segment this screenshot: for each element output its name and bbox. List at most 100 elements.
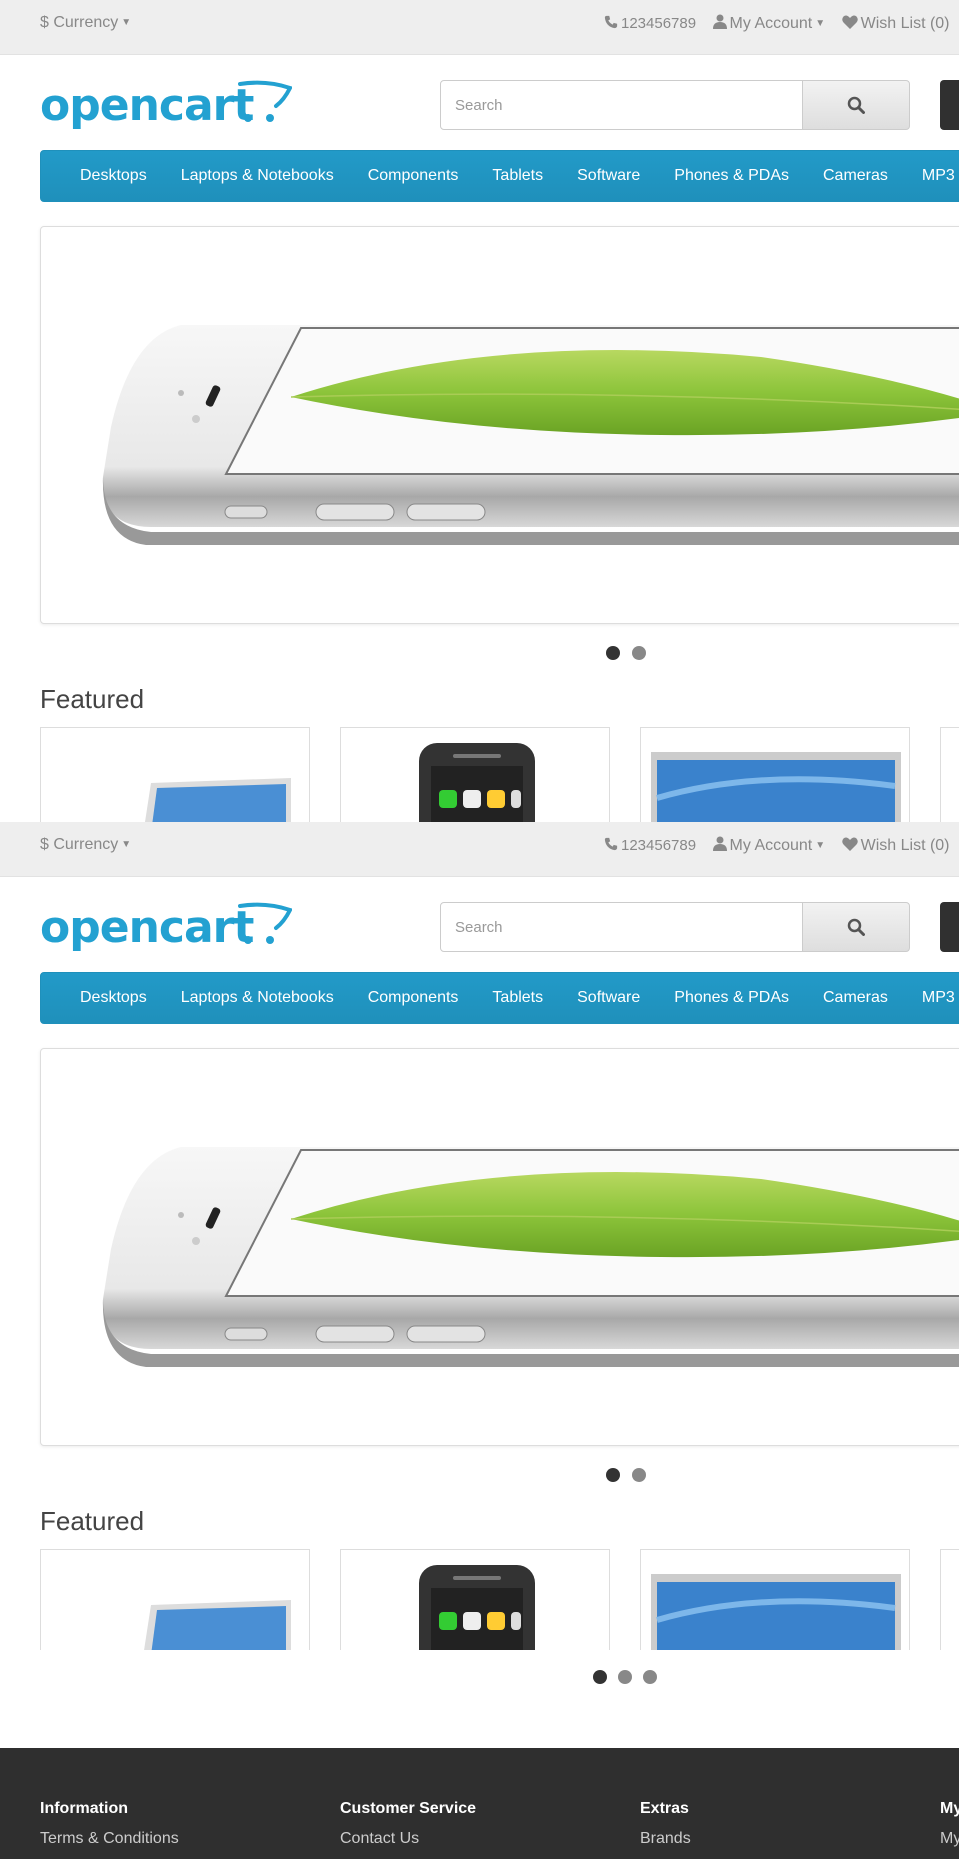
footer-col-customer-service: Customer Service Contact Us: [340, 1800, 476, 1848]
menu-item-laptops[interactable]: Laptops & Notebooks: [164, 973, 351, 1023]
footer-col-my-account: My Account My Account: [940, 1800, 959, 1848]
menu-item-laptops[interactable]: Laptops & Notebooks: [164, 151, 351, 201]
footer-link[interactable]: Terms & Conditions: [40, 1830, 179, 1848]
carousel-dot-1[interactable]: [593, 1670, 607, 1684]
product-card-canon[interactable]: [940, 727, 959, 822]
slide-dot-2[interactable]: [632, 1468, 646, 1482]
footer-heading: Information: [40, 1800, 128, 1817]
menu-item-software[interactable]: Software: [560, 973, 657, 1023]
menu-item-software[interactable]: Software: [560, 151, 657, 201]
menu-item-phones[interactable]: Phones & PDAs: [657, 973, 806, 1023]
menu-item-phones[interactable]: Phones & PDAs: [657, 151, 806, 201]
heart-icon: [841, 837, 858, 851]
product-card-apple-cinema[interactable]: [640, 1549, 910, 1650]
opencart-logo[interactable]: opencart: [40, 900, 292, 953]
product-card-apple-cinema[interactable]: [640, 727, 910, 822]
opencart-logo[interactable]: opencart: [40, 78, 292, 131]
wish-list-label: Wish List (0): [860, 837, 950, 854]
phone-icon: [604, 837, 618, 851]
wish-list-link[interactable]: Wish List (0): [841, 15, 950, 33]
footer-col-extras: Extras Brands: [640, 1800, 691, 1848]
search-input[interactable]: [440, 80, 803, 130]
currency-label: $ Currency: [40, 836, 119, 853]
cart-swoosh-icon: [238, 902, 292, 944]
search-icon: [847, 918, 865, 936]
top-bar: $ Currency ▼ 123456789 My Account ▼ Wish L…: [0, 0, 959, 55]
menu-item-cameras[interactable]: Cameras: [806, 973, 905, 1023]
my-account-dropdown[interactable]: My Account ▼: [712, 836, 826, 855]
my-account-label: My Account: [729, 15, 813, 32]
top-links: 123456789 My Account ▼ Wish List (0): [604, 14, 959, 33]
search-button[interactable]: [802, 902, 910, 952]
page-capture-1: $ Currency ▼ 123456789 My Account ▼ Wish L…: [0, 0, 959, 822]
menu-item-components[interactable]: Components: [351, 973, 476, 1023]
product-card-canon[interactable]: [940, 1549, 959, 1650]
phone-number: 123456789: [621, 15, 697, 32]
macbook-image: [144, 1600, 291, 1650]
footer-link[interactable]: My Account: [940, 1830, 959, 1848]
footer-heading: Customer Service: [340, 1800, 477, 1817]
footer-heading: My Account: [940, 1800, 959, 1817]
phone-link[interactable]: 123456789: [604, 15, 696, 33]
phone-icon: [604, 15, 618, 29]
iphone-image: [419, 743, 535, 822]
wish-list-label: Wish List (0): [860, 15, 950, 32]
slide-dot-1[interactable]: [606, 1468, 620, 1482]
user-icon: [712, 14, 727, 29]
page-capture-2: $ Currency ▼ 123456789 My Account ▼ Wish L…: [0, 822, 959, 1650]
footer-link[interactable]: Brands: [640, 1830, 691, 1848]
logo-text: opencart: [40, 80, 254, 131]
my-account-label: My Account: [729, 837, 813, 854]
search-button[interactable]: [802, 80, 910, 130]
menu-item-desktops[interactable]: Desktops: [41, 151, 164, 201]
wish-list-link[interactable]: Wish List (0): [841, 837, 950, 855]
cart-button[interactable]: [940, 80, 959, 130]
cart-swoosh-icon: [238, 80, 292, 122]
phone-number: 123456789: [621, 837, 697, 854]
main-menu: Desktops Laptops & Notebooks Components Tab…: [40, 150, 959, 202]
product-card-iphone[interactable]: [340, 727, 610, 822]
footer-col-information: Information Terms & Conditions: [40, 1800, 179, 1848]
cinema-display-image: [651, 752, 901, 822]
iphone-image: [419, 1565, 535, 1650]
product-card-iphone[interactable]: [340, 1549, 610, 1650]
menu-item-mp3-players[interactable]: MP3 Players: [905, 973, 959, 1023]
slideshow-banner[interactable]: [40, 1048, 959, 1446]
logo-text: opencart: [40, 902, 254, 953]
my-account-dropdown[interactable]: My Account ▼: [712, 14, 826, 33]
top-bar: $ Currency ▼ 123456789 My Account ▼ Wish L…: [0, 822, 959, 877]
carousel-dot-2[interactable]: [618, 1670, 632, 1684]
currency-dropdown[interactable]: $ Currency ▼: [40, 836, 131, 854]
user-icon: [712, 836, 727, 851]
product-card-macbook[interactable]: [40, 727, 310, 822]
main-menu: Desktops Laptops & Notebooks Components Tab…: [40, 972, 959, 1024]
menu-item-tablets[interactable]: Tablets: [475, 973, 560, 1023]
menu-item-components[interactable]: Components: [351, 151, 476, 201]
slide-dot-2[interactable]: [632, 646, 646, 660]
currency-label: $ Currency: [40, 14, 119, 31]
menu-item-cameras[interactable]: Cameras: [806, 151, 905, 201]
cinema-display-image: [651, 1574, 901, 1650]
search-icon: [847, 96, 865, 114]
heart-icon: [841, 15, 858, 29]
search-input[interactable]: [440, 902, 803, 952]
menu-item-tablets[interactable]: Tablets: [475, 151, 560, 201]
cart-button[interactable]: [940, 902, 959, 952]
slide-dot-1[interactable]: [606, 646, 620, 660]
slideshow-banner[interactable]: [40, 226, 959, 624]
carousel-dot-3[interactable]: [643, 1670, 657, 1684]
caret-down-icon: ▼: [815, 18, 826, 29]
featured-heading: Featured: [40, 1506, 145, 1536]
iphone-banner-image: [102, 325, 959, 545]
footer: Information Terms & Conditions Customer …: [0, 1748, 959, 1859]
footer-link[interactable]: Contact Us: [340, 1830, 476, 1848]
top-links: 123456789 My Account ▼ Wish List (0): [604, 836, 959, 855]
phone-link[interactable]: 123456789: [604, 837, 696, 855]
featured-heading: Featured: [40, 684, 145, 714]
menu-item-mp3-players[interactable]: MP3 Players: [905, 151, 959, 201]
menu-item-desktops[interactable]: Desktops: [41, 973, 164, 1023]
product-card-macbook[interactable]: [40, 1549, 310, 1650]
currency-dropdown[interactable]: $ Currency ▼: [40, 14, 131, 32]
search-group: [440, 80, 910, 130]
caret-down-icon: ▼: [815, 840, 826, 851]
